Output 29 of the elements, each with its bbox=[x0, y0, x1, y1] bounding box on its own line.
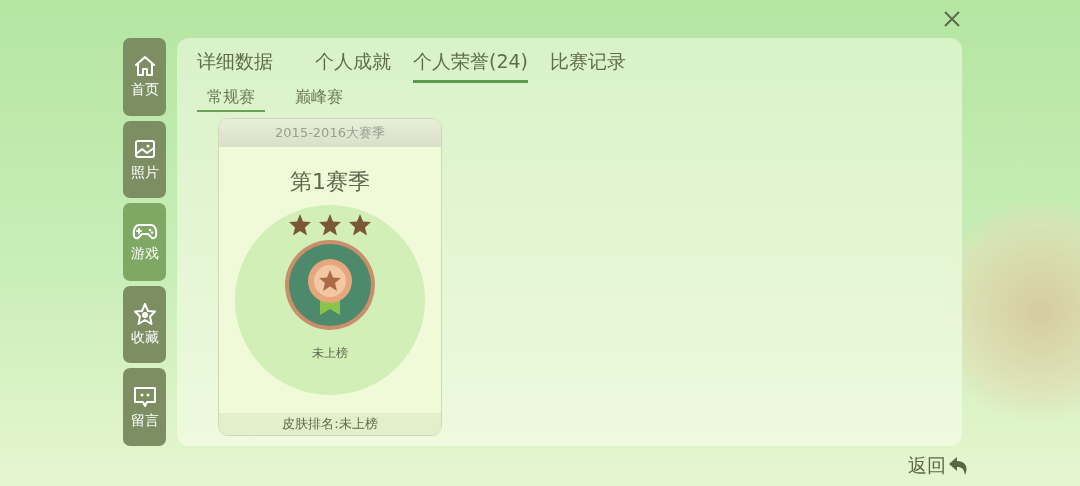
tab[interactable]: 详细数据 bbox=[197, 46, 273, 83]
back-button[interactable]: 返回 bbox=[908, 453, 970, 479]
skin-rank-label: 皮肤排名:未上榜 bbox=[219, 413, 441, 435]
close-button[interactable] bbox=[942, 9, 962, 29]
sidebar-item[interactable]: 收藏 bbox=[123, 285, 166, 364]
star-icon bbox=[318, 213, 342, 237]
home-icon bbox=[132, 54, 157, 79]
chat-icon bbox=[131, 384, 158, 409]
season-title: 第1赛季 bbox=[289, 168, 371, 196]
sidebar-label: 游戏 bbox=[130, 245, 159, 264]
rank-status: 未上榜 bbox=[312, 345, 348, 362]
star-icon bbox=[132, 302, 157, 327]
sidebar-label: 照片 bbox=[130, 163, 159, 182]
sidebar-label: 收藏 bbox=[130, 329, 159, 348]
tab[interactable]: 比赛记录 bbox=[550, 46, 626, 83]
sidebar-item[interactable]: 留言 bbox=[123, 368, 166, 446]
sub-tab[interactable]: 常规赛 bbox=[197, 85, 265, 112]
star-icon bbox=[348, 213, 372, 237]
season-group-header: 2015-2016大赛季 bbox=[219, 119, 441, 147]
sub-tab[interactable]: 巅峰赛 bbox=[285, 85, 353, 112]
medal-icon bbox=[284, 239, 376, 331]
tab[interactable]: 个人荣誉(24) bbox=[413, 46, 528, 83]
sidebar-item[interactable]: 游戏 bbox=[123, 203, 166, 281]
sidebar-item[interactable]: 照片 bbox=[123, 120, 166, 199]
sidebar-label: 首页 bbox=[130, 81, 159, 100]
tab[interactable]: 个人成就 bbox=[315, 46, 391, 83]
sidebar-label: 留言 bbox=[130, 411, 159, 430]
star-icon bbox=[288, 213, 312, 237]
sidebar-item[interactable]: 首页 bbox=[123, 38, 166, 116]
